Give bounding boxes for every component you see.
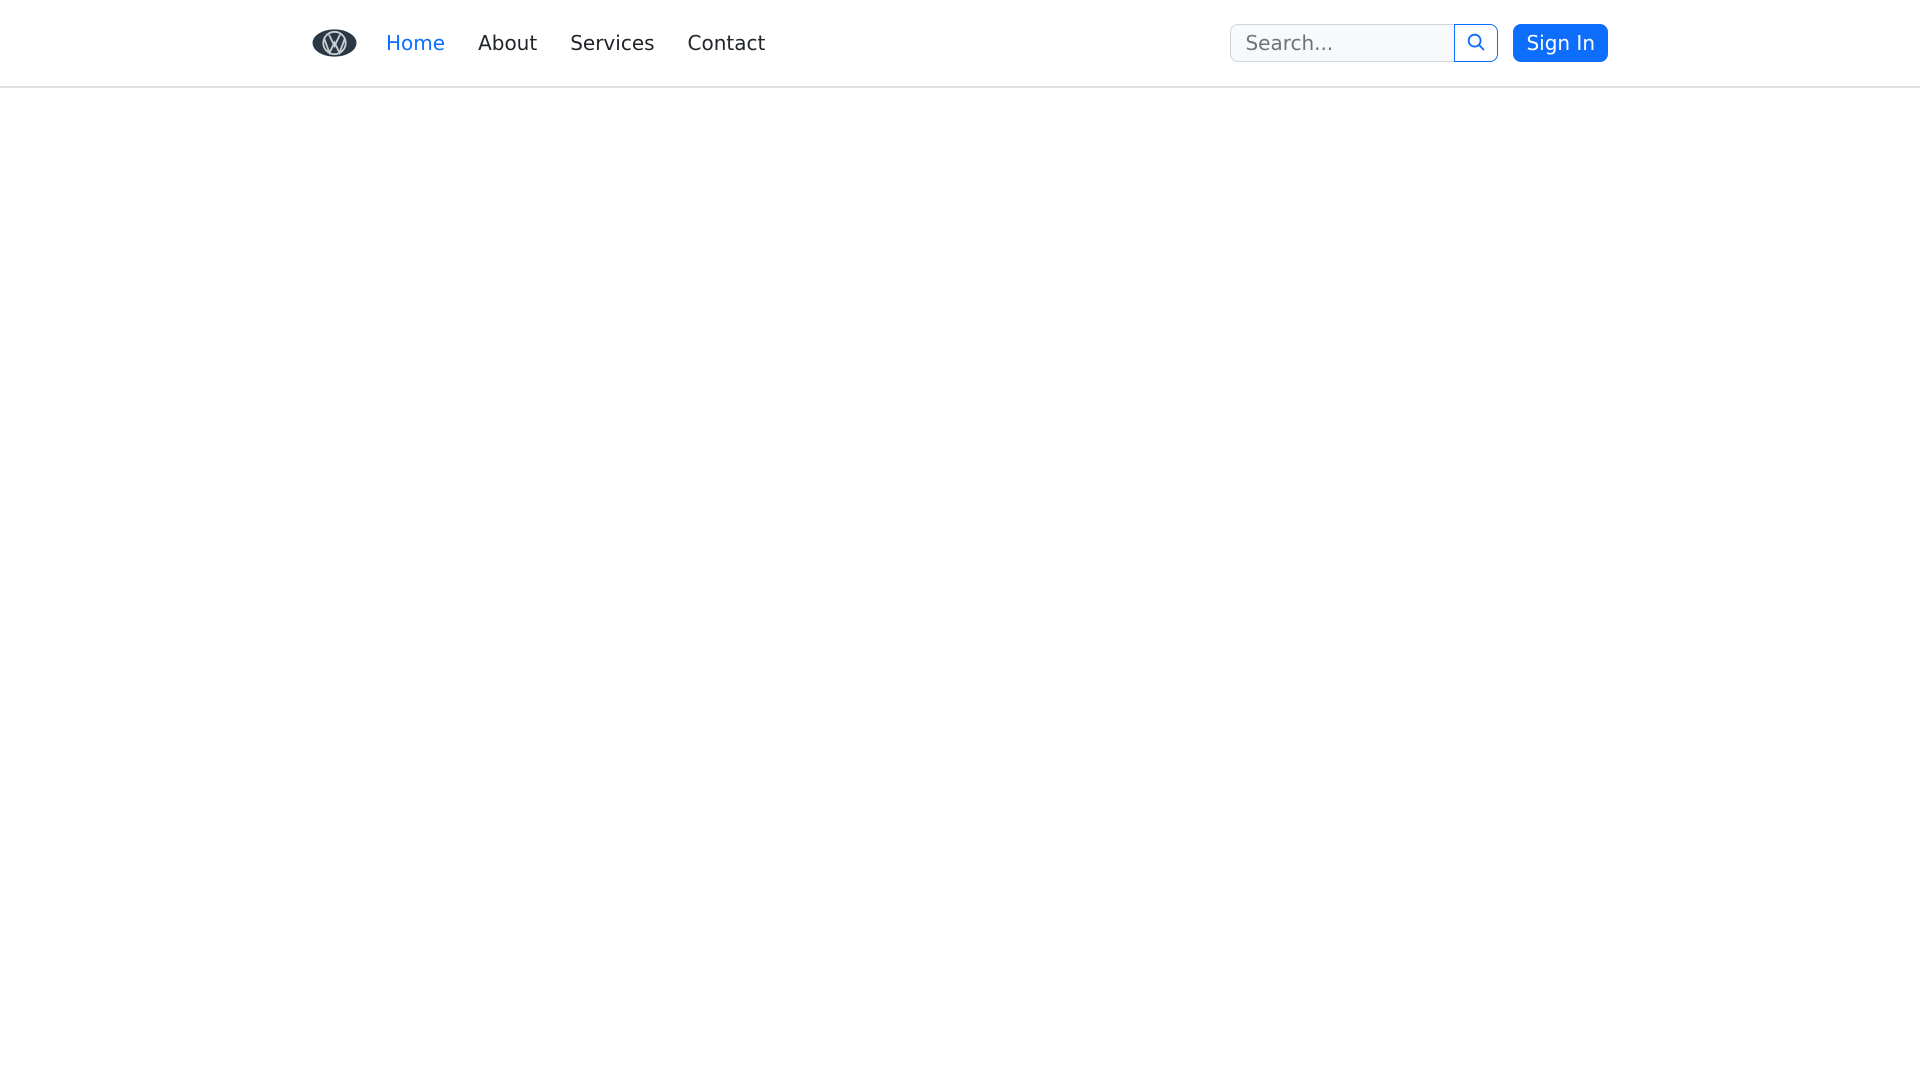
vw-logo-icon [312,29,357,57]
main-content [0,88,1920,1078]
page: Home About Services Contact Sign I [0,0,1920,1080]
nav-link-contact[interactable]: Contact [680,25,774,61]
nav-links: Home About Services Contact [378,25,773,61]
nav-link-home[interactable]: Home [378,25,453,61]
search-group [1230,24,1499,62]
sign-in-button[interactable]: Sign In [1513,24,1608,62]
search-input[interactable] [1230,24,1455,62]
brand-logo[interactable] [312,29,357,57]
search-icon [1465,31,1487,56]
navbar: Home About Services Contact Sign I [0,0,1920,88]
nav-link-about[interactable]: About [470,25,545,61]
nav-link-services[interactable]: Services [562,25,662,61]
navbar-container: Home About Services Contact Sign I [312,0,1608,86]
search-button[interactable] [1454,24,1499,62]
